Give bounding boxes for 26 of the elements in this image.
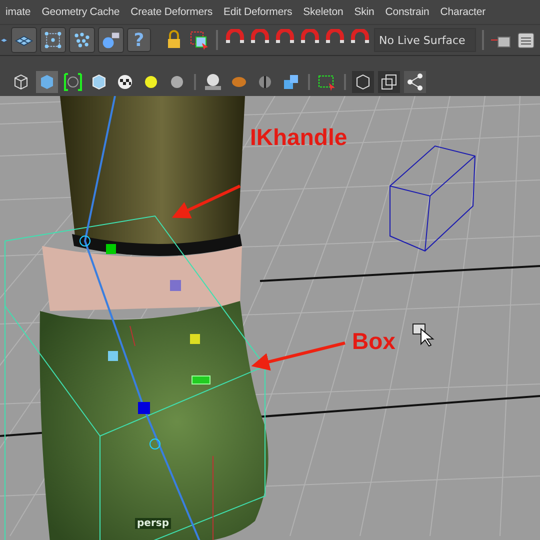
vertices-icon [43,30,63,50]
grid-button[interactable] [11,27,37,53]
arrow-drawing [172,184,241,218]
menu-item[interactable]: Constrain [380,6,435,18]
menu-item[interactable]: imate [0,6,36,18]
share-icon[interactable] [404,71,426,93]
particles-button[interactable] [69,27,95,53]
render-button[interactable] [98,27,124,53]
layers-icon[interactable] [378,71,400,93]
sphere-icon [101,30,121,50]
dots-icon [72,30,92,50]
menu-item[interactable]: Create Deformers [125,6,218,18]
menu-item[interactable]: Skeleton [298,6,349,18]
annotation-label: IKhandle [250,124,348,151]
menu-item[interactable]: Edit Deformers [218,6,298,18]
cursor-icon [412,324,434,347]
selection-icon[interactable] [188,29,210,51]
menu-item[interactable]: Character [434,6,491,18]
live-surface-field[interactable]: No Live Surface [374,28,476,52]
component-button[interactable] [40,27,66,53]
camera-label: persp [135,518,171,529]
shadow-sphere-icon[interactable] [202,71,224,93]
textured-icon[interactable] [62,71,84,93]
menu-item[interactable]: Skin [348,6,380,18]
annotation-label: Box [352,328,396,355]
menu-item[interactable]: Geometry Cache [36,6,126,18]
